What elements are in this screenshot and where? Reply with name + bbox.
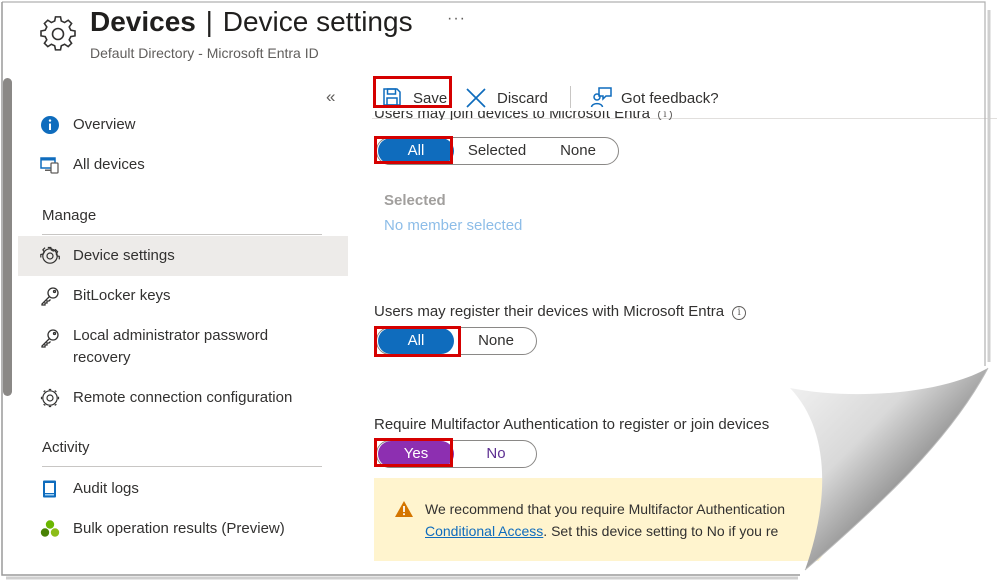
feedback-label: Got feedback? [621, 90, 719, 107]
close-icon [466, 88, 486, 108]
register-option-none[interactable]: None [457, 328, 535, 354]
mfa-option-yes[interactable]: Yes [378, 441, 454, 467]
warning-text-line2: Conditional Access. Set this device sett… [425, 523, 778, 539]
mfa-setting-label: Require Multifactor Authentication to re… [374, 416, 770, 433]
conditional-access-link[interactable]: Conditional Access [425, 523, 543, 539]
page-title: Devices | Device settings [90, 6, 413, 38]
register-option-all[interactable]: All [378, 328, 454, 354]
save-label: Save [413, 90, 448, 107]
join-option-toggle: All Selected None [376, 137, 619, 165]
join-option-none[interactable]: None [539, 138, 617, 164]
warning-text-line1: We recommend that you require Multifacto… [425, 501, 786, 517]
discard-button[interactable]: Discard [463, 84, 555, 112]
info-icon [41, 116, 59, 134]
register-setting-label: Users may register their devices with Mi… [374, 303, 747, 320]
mfa-option-toggle: Yes No [376, 440, 537, 468]
sidebar-divider [42, 466, 322, 467]
sidebar-item-overview[interactable]: Overview [18, 105, 348, 145]
page-subtitle: Default Directory - Microsoft Entra ID [90, 45, 319, 61]
sidebar-item-label: Overview [73, 116, 136, 133]
sidebar-item-remote-connection[interactable]: Remote connection configuration [18, 378, 348, 418]
sidebar-scrollbar[interactable] [3, 78, 12, 396]
sidebar-item-audit-logs[interactable]: Audit logs [18, 469, 348, 509]
discard-label: Discard [497, 90, 548, 107]
mfa-option-no[interactable]: No [457, 441, 535, 467]
selected-members-value[interactable]: No member selected [384, 217, 522, 234]
sidebar-item-device-settings[interactable]: Device settings [18, 236, 348, 276]
collapse-sidebar-button[interactable]: « [326, 87, 335, 107]
sidebar-item-bulk-operation-results[interactable]: Bulk operation results (Preview) [18, 509, 348, 549]
join-setting-text: Users may join devices to Microsoft Entr… [374, 111, 650, 120]
page-title-separator: | [205, 6, 213, 37]
info-circle-icon[interactable]: i [657, 111, 672, 120]
sidebar-item-label: Remote connection configuration [73, 389, 293, 406]
gear-icon [40, 246, 60, 264]
page-title-main: Devices [90, 6, 196, 37]
audit-log-icon [43, 480, 56, 498]
devices-icon [40, 157, 59, 174]
sidebar-item-label: All devices [73, 156, 145, 173]
save-button[interactable]: Save [378, 84, 450, 112]
join-option-selected[interactable]: Selected [457, 138, 537, 164]
join-setting-label: Users may join devices to Microsoft Entr… [374, 111, 672, 120]
register-setting-text: Users may register their devices with Mi… [374, 303, 725, 320]
toolbar-separator [570, 86, 571, 108]
sidebar-divider [42, 234, 322, 235]
sidebar-item-bitlocker-keys[interactable]: BitLocker keys [18, 276, 348, 316]
save-icon [383, 88, 401, 106]
more-options-button[interactable]: ··· [447, 10, 466, 28]
gear-icon [40, 388, 60, 408]
register-option-toggle: All None [376, 327, 537, 355]
key-icon [41, 287, 59, 306]
sidebar-item-label: BitLocker keys [73, 287, 171, 304]
gear-icon [40, 16, 76, 51]
warning-icon [395, 501, 413, 517]
feedback-icon [590, 87, 612, 108]
sidebar-item-label: Bulk operation results (Preview) [73, 520, 285, 537]
sidebar-item-label: Audit logs [73, 480, 139, 497]
page: Devices | Device settings ··· Default Di… [0, 0, 997, 583]
sidebar-item-label: Local administrator password recovery [73, 327, 269, 366]
info-circle-icon[interactable]: i [732, 306, 747, 320]
key-icon [41, 329, 59, 348]
sidebar-item-local-admin-password[interactable]: Local administrator password recovery [18, 320, 348, 374]
sidebar-item-label: Device settings [73, 247, 175, 264]
sidebar-section-activity: Activity [42, 439, 90, 456]
page-title-sub: Device settings [222, 6, 413, 37]
feedback-button[interactable]: Got feedback? [589, 84, 729, 112]
selected-members-heading: Selected [384, 192, 446, 209]
join-option-all[interactable]: All [378, 138, 454, 164]
bulk-results-icon [40, 520, 60, 537]
sidebar-section-manage: Manage [42, 207, 97, 224]
mfa-warning-banner [374, 478, 997, 561]
warning-text-line2-rest: . Set this device setting to No if you r… [543, 523, 779, 539]
sidebar-item-all-devices[interactable]: All devices [18, 145, 348, 185]
